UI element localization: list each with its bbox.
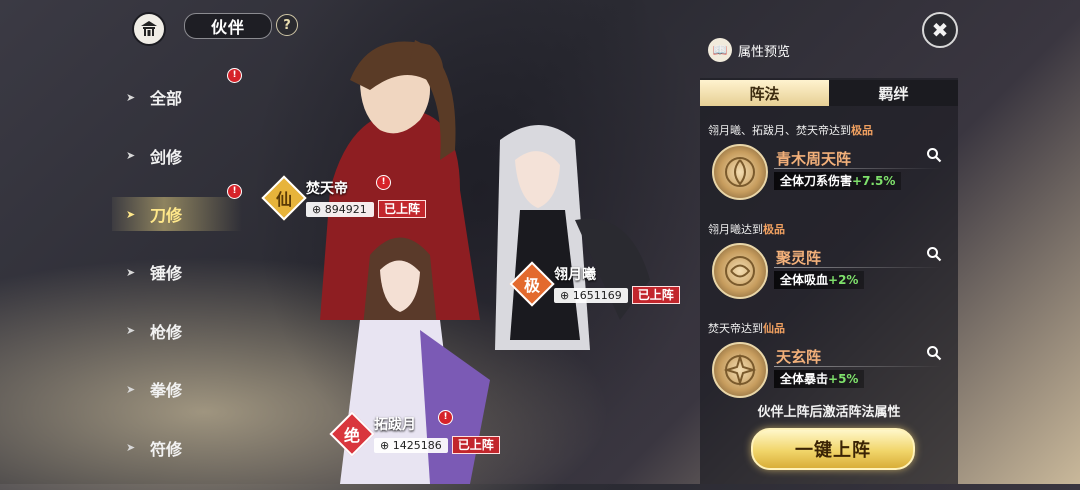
character-alert-badge: ! xyxy=(438,410,453,425)
nav-item-label: 剑修 xyxy=(150,147,183,167)
arrow-bullet-icon: ➤ xyxy=(126,207,136,221)
divider xyxy=(774,267,942,268)
formation-emblem-icon[interactable] xyxy=(712,144,768,200)
combat-power: ⊕ 894921 xyxy=(306,201,374,217)
combat-power-value: 1651169 xyxy=(572,288,622,302)
formation-name: 天玄阵 xyxy=(776,348,822,366)
nav-item-label: 刀修 xyxy=(150,206,183,225)
arrow-bullet-icon: ➤ xyxy=(126,382,136,396)
nav-item-spear[interactable]: ➤ 枪修 xyxy=(112,302,242,361)
attribute-preview-label: 属性预览 xyxy=(738,44,791,60)
tab-formation[interactable]: 阵法 xyxy=(700,80,829,106)
activation-note: 伙伴上阵后激活阵法属性 xyxy=(757,405,901,420)
pavilion-icon xyxy=(141,21,157,36)
nav-item-label: 符修 xyxy=(150,439,183,459)
condition-text: 焚天帝达到 xyxy=(708,322,763,335)
nav-item-label: 锤修 xyxy=(150,264,183,284)
deployed-badge: 已上阵 xyxy=(631,286,680,304)
character-name: 焚天帝 xyxy=(306,181,348,197)
character-alert-badge: ! xyxy=(376,175,391,190)
rank-label: 仙 xyxy=(275,189,293,209)
attribute-preview-header[interactable]: 📖 属性预览 xyxy=(708,38,790,62)
formation-emblem-icon[interactable] xyxy=(712,342,768,398)
combat-power-value: 894921 xyxy=(324,202,367,216)
tab-bond[interactable]: 羁绊 xyxy=(829,80,958,106)
character-card-tuobayue[interactable]: 绝 拓跋月 ⊕ 1425186 已上阵 xyxy=(329,411,500,457)
nav-item-label: 枪修 xyxy=(150,322,183,342)
magnifier-icon[interactable] xyxy=(926,345,942,361)
effect-text: 全体吸血 xyxy=(780,273,829,287)
arrow-bullet-icon: ➤ xyxy=(126,265,136,279)
nav-all-alert-badge: ! xyxy=(227,68,242,83)
nav-item-sword[interactable]: ➤ 剑修 xyxy=(112,127,242,186)
panel-tabs: 阵法 羁绊 xyxy=(700,80,958,106)
one-click-deploy-button[interactable]: 一键上阵 xyxy=(751,428,915,470)
deployed-badge: 已上阵 xyxy=(378,200,427,218)
nav-item-blade[interactable]: ➤ 刀修 xyxy=(112,197,242,231)
formation-condition: 焚天帝达到仙品 xyxy=(708,320,948,336)
page-title: 伙伴 xyxy=(184,13,272,39)
book-icon: 📖 xyxy=(708,38,732,62)
combat-power-value: 1425186 xyxy=(392,438,442,452)
nav-item-label: 全部 xyxy=(150,89,183,109)
rank-badge: 仙 xyxy=(261,175,307,221)
condition-quality: 仙品 xyxy=(763,322,785,335)
condition-quality: 极品 xyxy=(763,223,785,236)
arrow-bullet-icon: ➤ xyxy=(126,441,136,455)
home-button[interactable] xyxy=(132,12,166,46)
character-card-fentiandi[interactable]: 仙 焚天帝 ⊕ 894921 已上阵 xyxy=(261,175,427,221)
rank-badge: 绝 xyxy=(329,411,375,457)
formation-emblem-icon[interactable] xyxy=(712,243,768,299)
nav-item-talisman[interactable]: ➤ 符修 xyxy=(112,419,242,478)
formation-name: 聚灵阵 xyxy=(776,249,822,267)
close-button[interactable]: ✖ xyxy=(922,12,958,48)
character-name: 翎月曦 xyxy=(554,267,596,283)
nav-item-fist[interactable]: ➤ 拳修 xyxy=(112,360,242,419)
nav-blade-alert-badge: ! xyxy=(227,184,242,199)
character-card-lingyuexi[interactable]: 极 翎月曦 ⊕ 1651169 已上阵 xyxy=(509,261,680,307)
arrow-bullet-icon: ➤ xyxy=(126,90,136,104)
arrow-bullet-icon: ➤ xyxy=(126,324,136,338)
rank-label: 绝 xyxy=(343,425,361,445)
rank-label: 极 xyxy=(523,275,541,295)
effect-text: 全体暴击 xyxy=(780,372,829,386)
divider xyxy=(774,366,942,367)
formation-condition: 翎月曦、拓跋月、焚天帝达到极品 xyxy=(708,122,948,138)
combat-power: ⊕ 1425186 xyxy=(374,437,448,453)
effect-bonus: +7.5% xyxy=(852,174,896,188)
nav-item-label: 拳修 xyxy=(150,381,183,401)
magnifier-icon[interactable] xyxy=(926,147,942,163)
effect-bonus: +2% xyxy=(828,273,859,287)
category-nav: ➤ 全部 ➤ 剑修 ➤ 刀修 ➤ 锤修 ➤ 枪修 ➤ 拳修 ➤ 符修 xyxy=(112,68,242,477)
formation-effect: 全体吸血+2% xyxy=(774,271,865,289)
formation-item: 翎月曦、拓跋月、焚天帝达到极品 青木周天阵 全体刀系伤害+7.5% xyxy=(708,122,948,200)
formation-item: 焚天帝达到仙品 天玄阵 全体暴击+5% xyxy=(708,320,948,398)
effect-text: 全体刀系伤害 xyxy=(780,174,853,188)
nav-item-all[interactable]: ➤ 全部 xyxy=(112,68,242,127)
nav-item-hammer[interactable]: ➤ 锤修 xyxy=(112,243,242,302)
magnifier-icon[interactable] xyxy=(926,246,942,262)
character-art-lingyuexi[interactable] xyxy=(495,125,650,350)
condition-quality: 极品 xyxy=(851,124,873,137)
effect-bonus: +5% xyxy=(828,372,859,386)
rank-badge: 极 xyxy=(509,261,555,307)
formation-item: 翎月曦达到极品 聚灵阵 全体吸血+2% xyxy=(708,221,948,299)
combat-power: ⊕ 1651169 xyxy=(554,287,628,303)
arrow-bullet-icon: ➤ xyxy=(126,149,136,163)
divider xyxy=(774,168,942,169)
formation-name: 青木周天阵 xyxy=(776,150,852,168)
deployed-badge: 已上阵 xyxy=(451,436,500,454)
formation-condition: 翎月曦达到极品 xyxy=(708,221,948,237)
formation-effect: 全体刀系伤害+7.5% xyxy=(774,172,902,190)
character-name: 拓跋月 xyxy=(374,417,416,433)
condition-text: 翎月曦达到 xyxy=(708,223,763,236)
condition-text: 翎月曦、拓跋月、焚天帝达到 xyxy=(708,124,851,137)
formation-effect: 全体暴击+5% xyxy=(774,370,865,388)
